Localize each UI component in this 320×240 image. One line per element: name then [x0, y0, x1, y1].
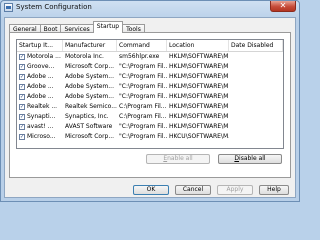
- startup-item-checkbox[interactable]: ✓: [19, 64, 25, 70]
- date-disabled-cell: [229, 102, 283, 112]
- date-disabled-cell: [229, 122, 283, 132]
- manufacturer-cell: Realtek Semico...: [65, 103, 117, 110]
- manufacturer-cell: Microsoft Corp...: [65, 63, 115, 70]
- cancel-button[interactable]: Cancel: [175, 185, 211, 195]
- list-header: Startup It... Manufacturer Command Locat…: [17, 40, 283, 52]
- table-row[interactable]: ✓ Adobe ... Adobe System... "C:\Program F…: [17, 82, 283, 92]
- column-header-startup-item[interactable]: Startup It...: [17, 40, 63, 51]
- startup-item-name: Adobe ...: [27, 73, 54, 80]
- manufacturer-cell: Adobe System...: [65, 73, 114, 80]
- column-header-manufacturer[interactable]: Manufacturer: [63, 40, 117, 51]
- date-disabled-cell: [229, 132, 283, 142]
- command-cell: "C:\Program Fil...: [119, 123, 167, 130]
- manufacturer-cell: Synaptics, Inc.: [65, 113, 109, 120]
- location-cell: HKLM\SOFTWARE\M...: [169, 73, 229, 80]
- apply-button[interactable]: Apply: [217, 185, 253, 195]
- startup-item-checkbox[interactable]: ✓: [19, 84, 25, 90]
- startup-item-checkbox[interactable]: ✓: [19, 54, 25, 60]
- location-cell: HKLM\SOFTWARE\M...: [169, 83, 229, 90]
- table-row[interactable]: ✓ avast! ... AVAST Software "C:\Program F…: [17, 122, 283, 132]
- startup-item-name: Microso...: [27, 133, 56, 140]
- close-button[interactable]: ✕: [270, 1, 296, 12]
- date-disabled-cell: [229, 52, 283, 62]
- column-header-date-disabled[interactable]: Date Disabled: [229, 40, 283, 51]
- column-header-command[interactable]: Command: [117, 40, 167, 51]
- startup-item-checkbox[interactable]: ✓: [19, 94, 25, 100]
- startup-item-cell: ✓ Microso...: [17, 132, 63, 142]
- command-cell: C:\Program Fil...: [119, 103, 167, 110]
- startup-item-name: Synapti...: [27, 113, 56, 120]
- startup-item-name: Motorola ...: [27, 53, 61, 60]
- startup-item-cell: ✓ Adobe ...: [17, 82, 63, 92]
- startup-item-cell: ✓ Groove...: [17, 62, 63, 72]
- startup-item-checkbox[interactable]: ✓: [19, 104, 25, 110]
- startup-item-cell: ✓ Motorola ...: [17, 52, 63, 62]
- command-cell: sm56hlpr.exe: [119, 53, 160, 60]
- date-disabled-cell: [229, 62, 283, 72]
- tab-startup[interactable]: Startup: [92, 21, 124, 33]
- tab-strip: General Boot Services Startup Tools: [9, 21, 145, 34]
- startup-item-name: Realtek ...: [27, 103, 58, 110]
- startup-item-checkbox[interactable]: ✓: [19, 124, 25, 130]
- enable-all-button[interactable]: Enable all: [146, 154, 210, 164]
- command-cell: "C:\Program Fil...: [119, 133, 167, 140]
- startup-tab-panel: Startup It... Manufacturer Command Locat…: [9, 32, 291, 178]
- location-cell: HKLM\SOFTWARE\M...: [169, 113, 229, 120]
- date-disabled-cell: [229, 72, 283, 82]
- date-disabled-cell: [229, 92, 283, 102]
- location-cell: HKLM\SOFTWARE\M...: [169, 103, 229, 110]
- manufacturer-cell: Microsoft Corp...: [65, 133, 115, 140]
- command-cell: "C:\Program Fil...: [119, 83, 167, 90]
- system-configuration-window: System Configuration ✕ General Boot Servic…: [0, 0, 300, 202]
- location-cell: HKLM\SOFTWARE\M...: [169, 93, 229, 100]
- startup-item-cell: ✓ Adobe ...: [17, 92, 63, 102]
- disable-all-button[interactable]: Disable all: [218, 154, 282, 164]
- column-header-location[interactable]: Location: [167, 40, 229, 51]
- manufacturer-cell: Adobe System...: [65, 83, 114, 90]
- table-row[interactable]: ✓ Groove... Microsoft Corp... "C:\Program…: [17, 62, 283, 72]
- close-icon: ✕: [279, 1, 287, 10]
- startup-item-cell: ✓ avast! ...: [17, 122, 63, 132]
- msconfig-app-icon: [4, 3, 13, 12]
- manufacturer-cell: Adobe System...: [65, 93, 114, 100]
- table-row[interactable]: ✓ Adobe ... Adobe System... "C:\Program F…: [17, 92, 283, 102]
- startup-item-name: Adobe ...: [27, 83, 54, 90]
- startup-items-list[interactable]: Startup It... Manufacturer Command Locat…: [16, 39, 284, 149]
- startup-item-cell: ✓ Realtek ...: [17, 102, 63, 112]
- date-disabled-cell: [229, 82, 283, 92]
- command-cell: C:\Program Fil...: [119, 113, 167, 120]
- location-cell: HKLM\SOFTWARE\M...: [169, 123, 229, 130]
- title-bar[interactable]: System Configuration ✕: [1, 1, 299, 15]
- dialog-client-area: General Boot Services Startup Tools Startup …: [4, 17, 296, 198]
- startup-item-cell: ✓ Adobe ...: [17, 72, 63, 82]
- location-cell: HKCU\SOFTWARE\M...: [169, 133, 229, 140]
- startup-item-name: Adobe ...: [27, 93, 54, 100]
- location-cell: HKLM\SOFTWARE\M...: [169, 53, 229, 60]
- startup-item-checkbox[interactable]: ✓: [19, 134, 25, 140]
- startup-item-name: avast! ...: [27, 123, 54, 130]
- command-cell: "C:\Program Fil...: [119, 63, 167, 70]
- window-title: System Configuration: [16, 3, 92, 11]
- command-cell: "C:\Program Fil...: [119, 93, 167, 100]
- startup-item-cell: ✓ Synapti...: [17, 112, 63, 122]
- date-disabled-cell: [229, 112, 283, 122]
- table-row[interactable]: ✓ Microso... Microsoft Corp... "C:\Progra…: [17, 132, 283, 142]
- table-row[interactable]: ✓ Synapti... Synaptics, Inc. C:\Program F…: [17, 112, 283, 122]
- table-row[interactable]: ✓ Adobe ... Adobe System... "C:\Program F…: [17, 72, 283, 82]
- location-cell: HKLM\SOFTWARE\M...: [169, 63, 229, 70]
- table-row[interactable]: ✓ Realtek ... Realtek Semico... C:\Progra…: [17, 102, 283, 112]
- startup-item-checkbox[interactable]: ✓: [19, 114, 25, 120]
- command-cell: "C:\Program Fil...: [119, 73, 167, 80]
- table-row[interactable]: ✓ Motorola ... Motorola Inc. sm56hlpr.exe…: [17, 52, 283, 62]
- manufacturer-cell: Motorola Inc.: [65, 53, 104, 60]
- startup-item-name: Groove...: [27, 63, 55, 70]
- ok-button[interactable]: OK: [133, 185, 169, 195]
- help-button[interactable]: Help: [259, 185, 289, 195]
- startup-item-checkbox[interactable]: ✓: [19, 74, 25, 80]
- manufacturer-cell: AVAST Software: [65, 123, 113, 130]
